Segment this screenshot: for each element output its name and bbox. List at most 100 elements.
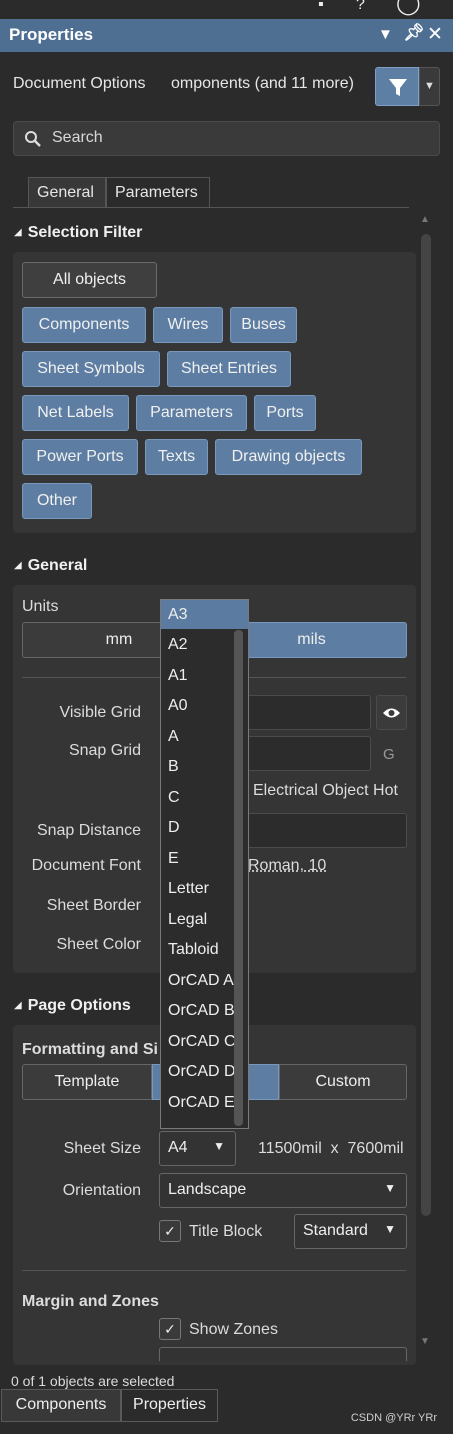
filter-button[interactable] bbox=[375, 67, 419, 106]
dropdown-item-b[interactable]: B bbox=[168, 758, 179, 776]
help-icon[interactable]: ◯ bbox=[396, 0, 421, 16]
filter-net-labels-button[interactable]: Net Labels bbox=[22, 395, 129, 431]
watermark: CSDN @YRr YRr bbox=[350, 1412, 437, 1424]
chevron-down-icon: ▼ bbox=[213, 1139, 225, 1153]
mode-template-button[interactable]: Template bbox=[22, 1064, 152, 1100]
chevron-down-icon: ▼ bbox=[384, 1181, 396, 1195]
document-font-label: Document Font bbox=[31, 857, 141, 874]
filter-components-button[interactable]: Components bbox=[22, 307, 146, 343]
filter-sheet-symbols-button[interactable]: Sheet Symbols bbox=[22, 351, 160, 387]
document-options-label: Document Options bbox=[13, 75, 146, 92]
dropdown-item-a2[interactable]: A2 bbox=[168, 636, 188, 654]
filter-ports-button[interactable]: Ports bbox=[254, 395, 316, 431]
mode-custom-button[interactable]: Custom bbox=[279, 1064, 407, 1100]
orientation-label: Orientation bbox=[62, 1182, 141, 1199]
snap-distance-field[interactable] bbox=[244, 813, 407, 848]
section-page-options[interactable]: ◢ Page Options bbox=[14, 997, 131, 1015]
dropdown-item-orcad-b[interactable]: OrCAD B bbox=[168, 1002, 234, 1020]
selection-summary: omponents (and 11 more) bbox=[171, 75, 354, 92]
filter-buses-button[interactable]: Buses bbox=[230, 307, 297, 343]
panel-title: Properties bbox=[9, 25, 94, 44]
dropdown-item-tabloid[interactable]: Tabloid bbox=[168, 941, 219, 959]
visible-grid-label: Visible Grid bbox=[59, 704, 141, 721]
scroll-down-icon[interactable]: ▼ bbox=[420, 1336, 430, 1347]
orientation-value: Landscape bbox=[168, 1181, 247, 1198]
section-general[interactable]: ◢ General bbox=[14, 557, 87, 575]
zones-select[interactable] bbox=[159, 1347, 407, 1361]
margin-zones-label: Margin and Zones bbox=[22, 1293, 159, 1310]
filter-icon bbox=[389, 79, 407, 96]
orientation-select[interactable]: Landscape ▼ bbox=[159, 1173, 407, 1208]
dropdown-item-orcad-a[interactable]: OrCAD A bbox=[168, 972, 234, 990]
show-zones-checkbox[interactable]: ✓ bbox=[159, 1318, 181, 1340]
dropdown-item-a[interactable]: A bbox=[168, 728, 179, 746]
panel-title-bar: Properties ▼ 📌︎ ✕ bbox=[0, 19, 453, 52]
tab-parameters[interactable]: Parameters bbox=[106, 177, 210, 208]
search-input[interactable]: Search bbox=[13, 121, 440, 156]
question-icon[interactable]: ? bbox=[356, 0, 365, 14]
collapse-icon: ◢ bbox=[14, 227, 22, 238]
sheet-color-label: Sheet Color bbox=[56, 936, 142, 953]
filter-sheet-entries-button[interactable]: Sheet Entries bbox=[167, 351, 291, 387]
dropdown-item-d[interactable]: D bbox=[168, 819, 180, 837]
title-block-checkbox[interactable]: ✓ bbox=[159, 1220, 181, 1242]
filter-other-button[interactable]: Other bbox=[22, 483, 92, 519]
dropdown-item-orcad-c[interactable]: OrCAD C bbox=[168, 1033, 234, 1051]
collapse-icon: ◢ bbox=[14, 560, 22, 571]
section-selection-filter[interactable]: ◢ Selection Filter bbox=[14, 224, 142, 242]
units-label: Units bbox=[22, 598, 59, 615]
dropdown-item-a3[interactable]: A3 bbox=[168, 606, 188, 624]
filter-parameters-button[interactable]: Parameters bbox=[136, 395, 247, 431]
sheet-size-select[interactable]: A4 ▼ bbox=[159, 1131, 236, 1166]
bottom-tab-components[interactable]: Components bbox=[1, 1389, 121, 1422]
eye-icon bbox=[383, 708, 400, 718]
divider bbox=[22, 1270, 406, 1271]
dropdown-icon[interactable]: ▼ bbox=[378, 26, 393, 43]
dropdown-item-orcad-d[interactable]: OrCAD D bbox=[168, 1063, 234, 1081]
bottom-tab-properties[interactable]: Properties bbox=[121, 1389, 218, 1422]
dropdown-item-c[interactable]: C bbox=[168, 789, 180, 807]
sheet-size-value: A4 bbox=[168, 1139, 188, 1156]
search-icon bbox=[25, 131, 41, 147]
snap-grid-label: Snap Grid bbox=[68, 742, 141, 759]
title-block-label: Title Block bbox=[189, 1223, 263, 1240]
pin-icon[interactable]: ▪ bbox=[318, 0, 324, 14]
scroll-up-icon[interactable]: ▲ bbox=[420, 214, 430, 225]
dropdown-item-letter[interactable]: Letter bbox=[168, 880, 209, 898]
dropdown-item-a1[interactable]: A1 bbox=[168, 667, 188, 685]
dropdown-item-legal[interactable]: Legal bbox=[168, 911, 207, 929]
dropdown-scrollbar[interactable] bbox=[234, 630, 243, 1126]
filter-power-ports-button[interactable]: Power Ports bbox=[22, 439, 138, 475]
formatting-label: Formatting and Si bbox=[22, 1041, 158, 1058]
tab-general[interactable]: General bbox=[28, 177, 106, 208]
snap-grid-field[interactable] bbox=[244, 736, 371, 771]
pin-icon[interactable]: 📌︎ bbox=[403, 23, 425, 43]
title-block-select[interactable]: Standard ▼ bbox=[294, 1214, 407, 1249]
vertical-scrollbar[interactable] bbox=[421, 234, 431, 1216]
collapse-icon: ◢ bbox=[14, 1000, 22, 1011]
sheet-dimensions: 11500mil x 7600mil bbox=[258, 1140, 404, 1157]
visible-grid-toggle[interactable] bbox=[376, 695, 407, 730]
visible-grid-field[interactable] bbox=[244, 695, 371, 730]
tab-divider bbox=[13, 207, 409, 208]
search-placeholder: Search bbox=[52, 129, 103, 146]
show-zones-label: Show Zones bbox=[189, 1321, 278, 1338]
filter-drawing-objects-button[interactable]: Drawing objects bbox=[215, 439, 362, 475]
filter-texts-button[interactable]: Texts bbox=[145, 439, 208, 475]
dropdown-item-orcad-e[interactable]: OrCAD E bbox=[168, 1094, 234, 1112]
selection-status: 0 of 1 objects are selected bbox=[11, 1373, 175, 1389]
sheet-size-label: Sheet Size bbox=[63, 1140, 141, 1157]
chevron-down-icon: ▼ bbox=[384, 1222, 396, 1236]
close-icon[interactable]: ✕ bbox=[427, 23, 443, 46]
filter-all-objects-button[interactable]: All objects bbox=[22, 262, 157, 298]
snap-grid-shortcut: G bbox=[383, 746, 395, 763]
electrical-hotspot-label[interactable]: Electrical Object Hot bbox=[253, 782, 398, 800]
title-block-value: Standard bbox=[303, 1222, 368, 1239]
snap-distance-label: Snap Distance bbox=[36, 822, 141, 839]
dropdown-item-a0[interactable]: A0 bbox=[168, 697, 188, 715]
document-font-link[interactable]: Roman, 10 bbox=[248, 857, 326, 875]
filter-dropdown-button[interactable]: ▼ bbox=[419, 67, 440, 106]
dropdown-item-e[interactable]: E bbox=[168, 850, 179, 868]
sheet-border-label: Sheet Border bbox=[46, 897, 141, 914]
filter-wires-button[interactable]: Wires bbox=[153, 307, 223, 343]
